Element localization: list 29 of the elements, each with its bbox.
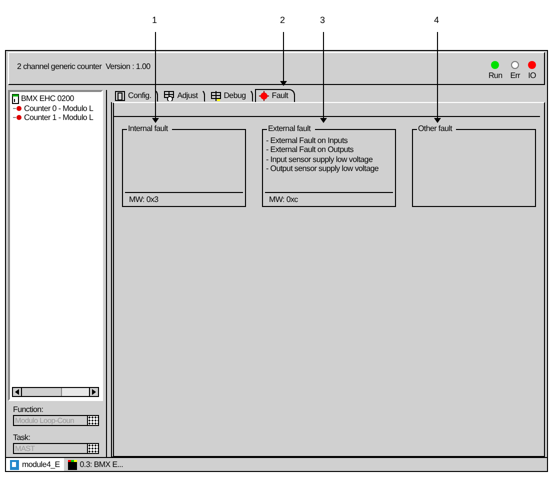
group-title: External fault [267,124,314,134]
module-title: 2 channel generic counter [17,62,102,72]
callout-number: 1 [152,15,157,26]
fault-item: - External Fault on Outputs [266,145,355,155]
group-title: Internal fault [127,124,172,134]
led-label: IO [528,71,536,80]
callout-number: 4 [434,15,439,26]
task-label: Task: [13,432,32,442]
tree-item[interactable]: BMX EHC 0200 [21,94,74,104]
status-word: MW: 0xc [265,192,393,206]
taskbar-tab[interactable]: 0.3: BMX E... [64,458,128,471]
fault-item: - External Fault on Inputs [266,136,349,146]
callout-number: 3 [320,15,325,26]
group-title: Other fault [417,124,456,134]
status-word: MW: 0x3 [125,192,243,206]
version-text: Version : 1.00 [106,62,150,72]
tab[interactable]: Adjust [160,89,205,102]
tab[interactable]: Config. [111,89,158,102]
fault-item: - Output sensor supply low voltage [266,164,380,173]
callout-number: 2 [280,15,285,26]
tab[interactable]: Debug [206,89,253,102]
led-label: Err [510,71,520,80]
fault-item: - Input sensor supply low voltage [266,154,373,164]
led-label: Run [488,71,502,80]
tab[interactable]: Fault [254,89,296,102]
tree-item[interactable]: Counter 0 - Modulo L [24,104,94,114]
tree-item[interactable]: Counter 1 - Modulo L [24,113,94,122]
taskbar-tab[interactable]: module4_E [6,458,64,471]
function-label: Function: [13,404,44,414]
